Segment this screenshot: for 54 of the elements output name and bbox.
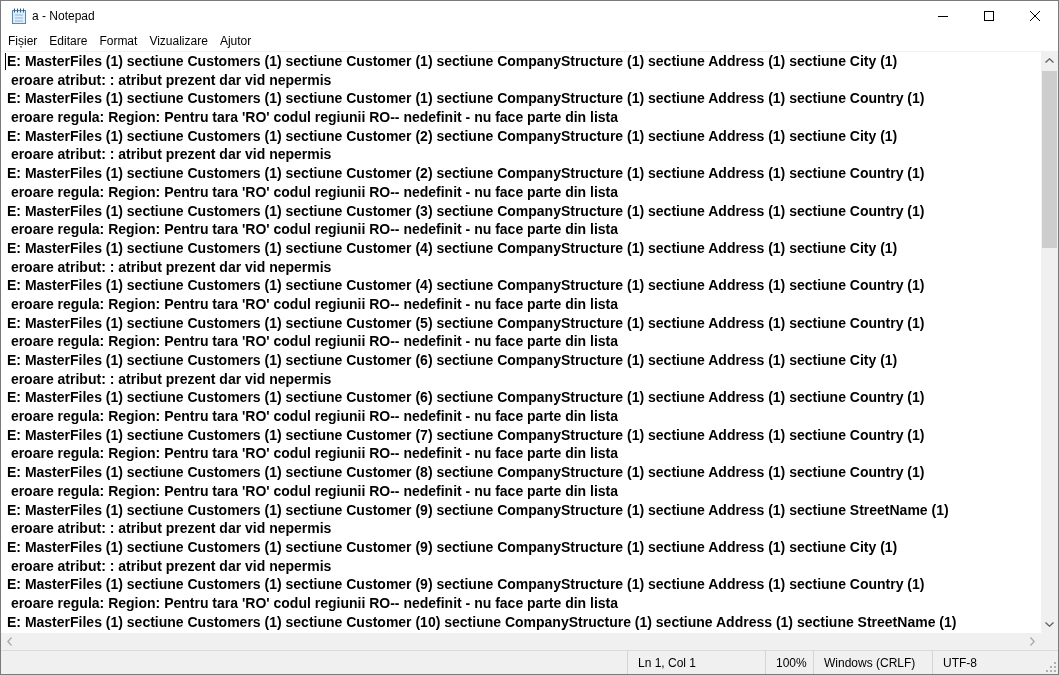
text-line: E: MasterFiles (1) sectiune Customers (1) sectiune Customer (9) sectiune CompanyStructure (1) sectiune Address (1) sectiune Country (1)	[7, 575, 925, 594]
menu-item[interactable]: Vizualizare	[143, 31, 214, 51]
text-line: E: MasterFiles (1) sectiune Customers (1) sectiune Customer (1) sectiune CompanyStructure (1) sectiune Address (1) sectiune Country (1)	[7, 89, 925, 109]
menu-item[interactable]: Fișier	[2, 31, 44, 51]
menu-item[interactable]: Format	[93, 31, 144, 51]
text-line: E: MasterFiles (1) sectiune Customers (1) sectiune Customer (1) sectiune CompanyStructure (1) sectiune Address (1) sectiune City (1)	[7, 52, 898, 71]
text-line: E: MasterFiles (1) sectiune Customers (1) sectiune Customer (4) sectiune CompanyStructure (1) sectiune Address (1) sectiune City (1)	[7, 238, 898, 258]
scroll-up-icon[interactable]	[1045, 58, 1054, 63]
notepad-icon	[12, 8, 26, 24]
window-title: a - Notepad	[32, 9, 95, 23]
text-line: E: MasterFiles (1) sectiune Customers (1) sectiune Customer (6) sectiune CompanyStructure (1) sectiune Address (1) sectiune City (1)	[7, 351, 898, 370]
text-line: eroare atribut: : atribut prezent dar vid nepermis	[9, 369, 332, 389]
encoding: UTF-8	[932, 651, 1042, 674]
text-line: eroare regula: Region: Pentru tara 'RO' codul regiunii RO-- nedefinit - nu face parte din lista	[9, 481, 619, 501]
text-line: eroare regula: Region: Pentru tara 'RO' codul regiunii RO-- nedefinit - nu face parte din lista	[9, 444, 619, 464]
text-line: eroare atribut: : atribut prezent dar vid nepermis	[9, 519, 332, 538]
text-line: E: MasterFiles (1) sectiune Customers (1) sectiune Customer (6) sectiune CompanyStructure (1) sectiune Address (1) sectiune Country (1)	[7, 388, 925, 408]
scrollbar-thumb[interactable]	[1042, 71, 1057, 248]
text-line: E: MasterFiles (1) sectiune Customers (1) sectiune Customer (8) sectiune CompanyStructure (1) sectiune Address (1) sectiune Country (1)	[7, 463, 925, 482]
text-line: E: MasterFiles (1) sectiune Customers (1) sectiune Customer (4) sectiune CompanyStructure (1) sectiune Address (1) sectiune Country (1)	[7, 276, 925, 295]
text-line: eroare regula: Region: Pentru tara 'RO' codul regiunii RO-- nedefinit - nu face parte din lista	[9, 593, 619, 613]
text-line: E: MasterFiles (1) sectiune Customers (1) sectiune Customer (9) sectiune CompanyStructure (1) sectiune Address (1) sectiune City (1)	[7, 537, 898, 557]
horizontal-scrollbar[interactable]	[1, 633, 1041, 650]
text-line: eroare regula: Region: Pentru tara 'RO' codul regiunii RO-- nedefinit - nu face parte din lista	[9, 220, 619, 239]
text-line: E: MasterFiles (1) sectiune Customers (1) sectiune Customer (10) sectiune CompanyStructure (1) sectiune Address (1) sectiune StreetName (1)	[7, 612, 957, 632]
line-ending: Windows (CRLF)	[813, 651, 932, 674]
text-line: E: MasterFiles (1) sectiune Customers (1) sectiune Customer (9) sectiune CompanyStructure (1) sectiune Address (1) sectiune StreetName (1)	[7, 500, 949, 520]
text-cursor	[5, 53, 6, 70]
text-line: E: MasterFiles (1) sectiune Customers (1) sectiune Customer (2) sectiune CompanyStructure (1) sectiune Address (1) sectiune City (1)	[7, 126, 898, 146]
scroll-down-icon[interactable]	[1045, 622, 1054, 627]
text-line: eroare atribut: : atribut prezent dar vid nepermis	[9, 257, 332, 277]
scroll-right-icon[interactable]	[1030, 637, 1035, 646]
text-line: eroare regula: Region: Pentru tara 'RO' codul regiunii RO-- nedefinit - nu face parte din lista	[9, 182, 619, 202]
maximize-icon	[984, 11, 994, 21]
text-line: eroare regula: Region: Pentru tara 'RO' codul regiunii RO-- nedefinit - nu face parte din lista	[9, 332, 619, 351]
menu-item[interactable]: Editare	[43, 31, 94, 51]
text-line: eroare atribut: : atribut prezent dar vid nepermis	[9, 556, 332, 576]
zoom-level: 100%	[765, 651, 813, 674]
resize-grip-icon[interactable]	[1046, 662, 1056, 672]
text-line: E: MasterFiles (1) sectiune Customers (1) sectiune Customer (3) sectiune CompanyStructure (1) sectiune Address (1) sectiune Country (1)	[7, 201, 925, 221]
text-line: E: MasterFiles (1) sectiune Customers (1) sectiune Customer (2) sectiune CompanyStructure (1) sectiune Address (1) sectiune Country (1)	[7, 164, 925, 183]
text-line: eroare regula: Region: Pentru tara 'RO' codul regiunii RO-- nedefinit - nu face parte din lista	[9, 294, 619, 314]
cursor-position: Ln 1, Col 1	[627, 651, 765, 674]
text-line: E: MasterFiles (1) sectiune Customers (1) sectiune Customer (7) sectiune CompanyStructure (1) sectiune Address (1) sectiune Country (1)	[7, 425, 925, 445]
menu-item[interactable]: Ajutor	[213, 31, 258, 51]
text-line: eroare atribut: : atribut prezent dar vid nepermis	[9, 145, 332, 165]
text-line: eroare regula: Region: Pentru tara 'RO' codul regiunii RO-- nedefinit - nu face parte din lista	[9, 407, 619, 426]
scroll-left-icon[interactable]	[7, 637, 12, 646]
minimize-icon	[938, 15, 948, 17]
close-icon	[1030, 11, 1040, 21]
text-line: eroare atribut: : atribut prezent dar vid nepermis	[9, 70, 332, 90]
text-line: eroare regula: Region: Pentru tara 'RO' codul regiunii RO-- nedefinit - nu face parte din lista	[9, 108, 619, 127]
vertical-scrollbar[interactable]	[1041, 52, 1058, 633]
text-line: E: MasterFiles (1) sectiune Customers (1) sectiune Customer (5) sectiune CompanyStructure (1) sectiune Address (1) sectiune Country (1)	[7, 313, 925, 333]
